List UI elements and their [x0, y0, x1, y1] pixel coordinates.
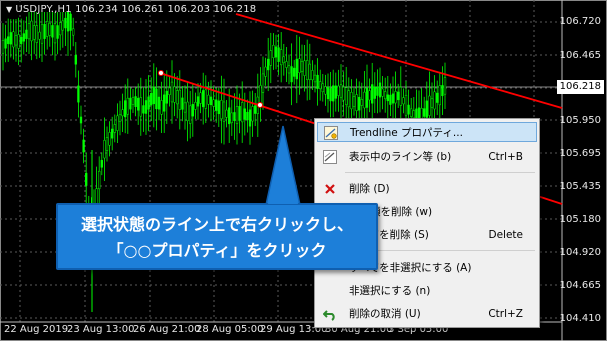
callout-pointer-fill: [268, 130, 298, 204]
